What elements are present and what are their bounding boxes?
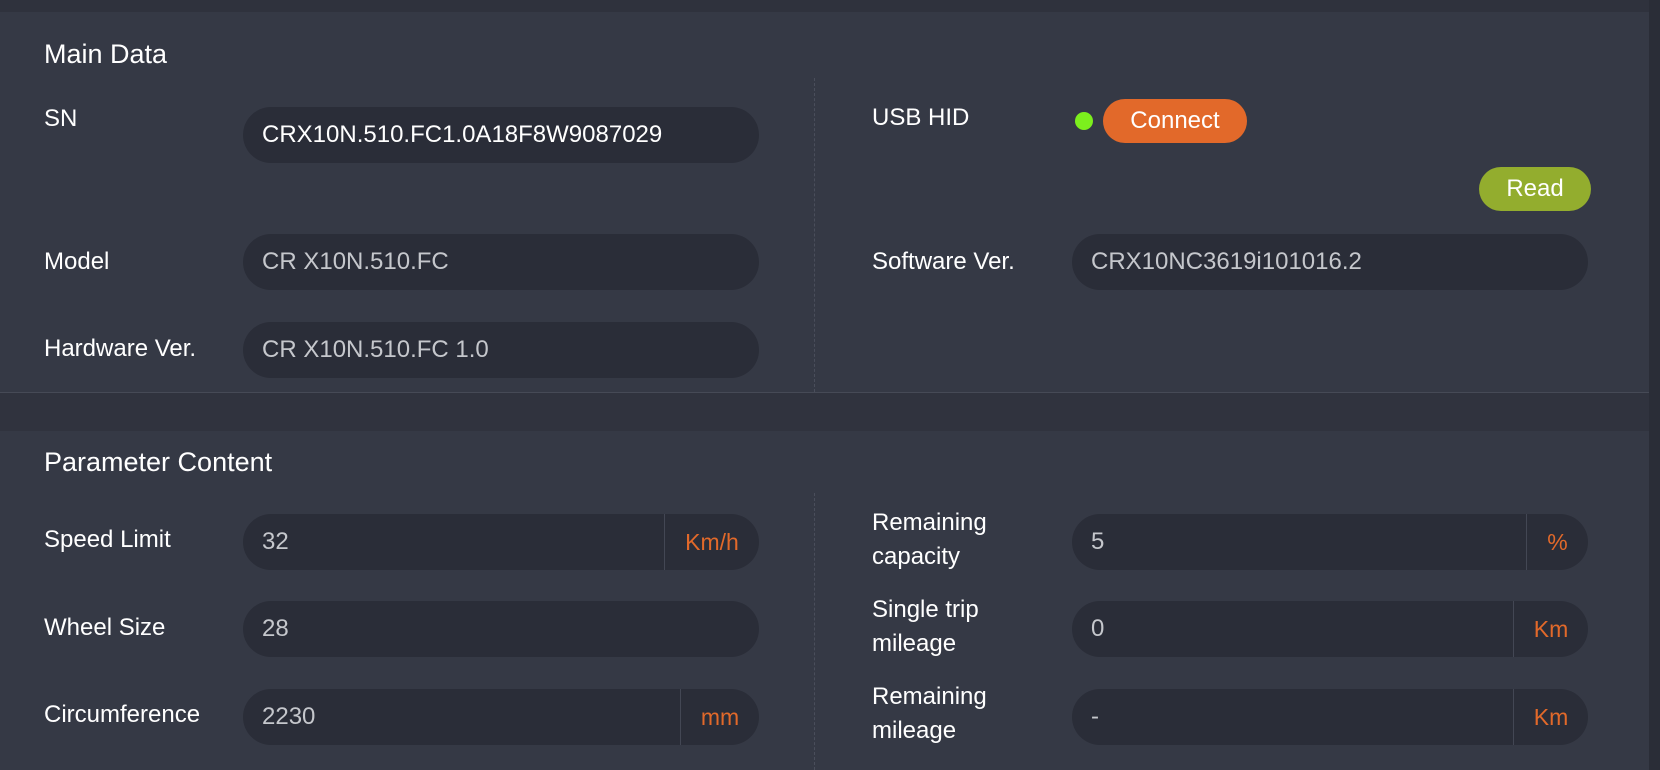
wheel-size-label: Wheel Size (44, 614, 166, 641)
model-value[interactable]: CR X10N.510.FC (243, 248, 759, 276)
window-edge (1649, 0, 1660, 770)
section-gap (0, 393, 1649, 431)
remaining-capacity-unit: % (1526, 514, 1588, 570)
remaining-capacity-field[interactable]: 5 % (1072, 514, 1588, 570)
single-trip-mileage-value[interactable]: 0 (1072, 615, 1513, 643)
speed-limit-field[interactable]: 32 Km/h (243, 514, 759, 570)
remaining-mileage-value[interactable]: - (1072, 703, 1513, 731)
remaining-mileage-label-line1: Remaining (872, 683, 987, 710)
circumference-field[interactable]: 2230 mm (243, 689, 759, 745)
parameter-content-panel: Parameter Content Speed Limit 32 Km/h Wh… (0, 431, 1649, 770)
sn-field[interactable]: CRX10N.510.FC1.0A18F8W9087029 (243, 107, 759, 163)
connection-status-dot (1075, 112, 1093, 130)
speed-limit-value[interactable]: 32 (243, 528, 664, 556)
remaining-capacity-label-line2: capacity (872, 543, 961, 570)
read-button[interactable]: Read (1479, 167, 1591, 211)
main-data-title: Main Data (44, 39, 168, 69)
hardware-ver-label: Hardware Ver. (44, 335, 197, 362)
model-field[interactable]: CR X10N.510.FC (243, 234, 759, 290)
remaining-capacity-label-line1: Remaining (872, 509, 987, 536)
top-strip (0, 0, 1660, 12)
column-divider (814, 78, 815, 392)
single-trip-mileage-label-line1: Single trip (872, 596, 979, 623)
software-ver-value[interactable]: CRX10NC3619i101016.2 (1072, 248, 1588, 276)
wheel-size-value[interactable]: 28 (243, 615, 759, 643)
circumference-unit: mm (680, 689, 759, 745)
main-data-panel: Main Data SN CRX10N.510.FC1.0A18F8W90870… (0, 12, 1649, 393)
model-label: Model (44, 248, 110, 275)
remaining-mileage-field[interactable]: - Km (1072, 689, 1588, 745)
single-trip-mileage-field[interactable]: 0 Km (1072, 601, 1588, 657)
usb-hid-label: USB HID (872, 104, 970, 131)
remaining-mileage-label-line2: mileage (872, 717, 957, 744)
speed-limit-label: Speed Limit (44, 526, 171, 553)
circumference-value[interactable]: 2230 (243, 703, 680, 731)
hardware-ver-field[interactable]: CR X10N.510.FC 1.0 (243, 322, 759, 378)
column-divider (814, 493, 815, 770)
remaining-mileage-label: Remaining mileage (872, 680, 987, 748)
circumference-label: Circumference (44, 701, 201, 728)
single-trip-mileage-label: Single trip mileage (872, 593, 979, 661)
single-trip-mileage-unit: Km (1513, 601, 1588, 657)
software-ver-label: Software Ver. (872, 248, 1015, 275)
connect-button[interactable]: Connect (1103, 99, 1247, 143)
remaining-capacity-value[interactable]: 5 (1072, 528, 1526, 556)
software-ver-field[interactable]: CRX10NC3619i101016.2 (1072, 234, 1588, 290)
remaining-mileage-unit: Km (1513, 689, 1588, 745)
single-trip-mileage-label-line2: mileage (872, 630, 957, 657)
hardware-ver-value[interactable]: CR X10N.510.FC 1.0 (243, 336, 759, 364)
sn-label: SN (44, 105, 78, 132)
wheel-size-field[interactable]: 28 (243, 601, 759, 657)
parameter-content-title: Parameter Content (44, 447, 273, 477)
speed-limit-unit: Km/h (664, 514, 759, 570)
remaining-capacity-label: Remaining capacity (872, 506, 987, 574)
sn-value[interactable]: CRX10N.510.FC1.0A18F8W9087029 (243, 121, 759, 149)
